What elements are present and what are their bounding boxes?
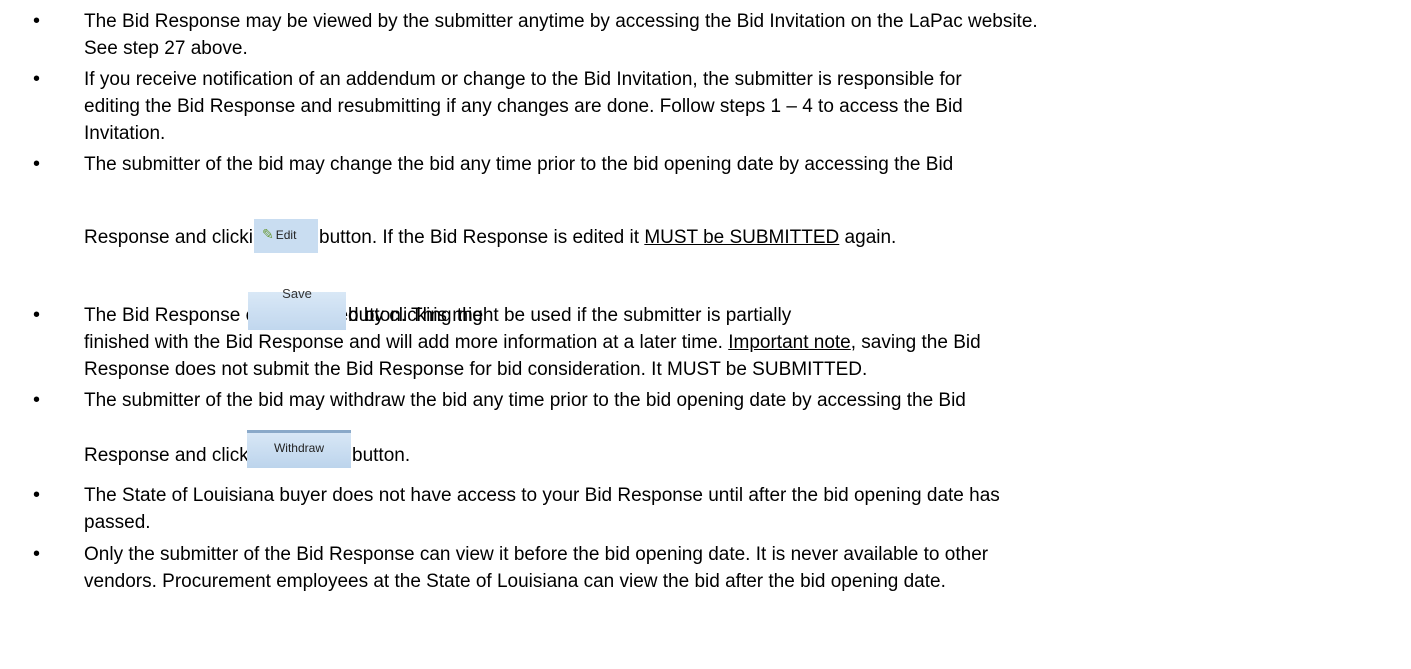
- bullet-marker: •: [33, 389, 41, 411]
- bullet-4-emphasis: Important note: [728, 332, 851, 353]
- withdraw-button-label: Withdraw: [273, 441, 324, 455]
- bullet-4-text: finished with the Bid Response and will …: [84, 332, 729, 353]
- bullet-5-line-1: The submitter of the bid may withdraw th…: [84, 390, 966, 411]
- bullet-4-text-end: , saving the Bid: [850, 332, 981, 353]
- bullet-2-line-1: If you receive notification of an addend…: [84, 69, 962, 90]
- bullet-4-line-3: Response does not submit the Bid Respons…: [84, 359, 868, 380]
- bullet-7-line-2: vendors. Procurement employees at the St…: [84, 571, 946, 592]
- bullet-3-line-2-end: button. If the Bid Response is edited it…: [319, 224, 896, 251]
- bullet-6-line-1: The State of Louisiana buyer does not ha…: [84, 485, 1000, 506]
- bullet-1-line-2: See step 27 above.: [84, 38, 248, 59]
- bullet-6-line-2: passed.: [84, 512, 151, 533]
- bullet-4-line-1-end: button. This might be used if the submit…: [348, 305, 792, 326]
- bullet-7-line-1: Only the submitter of the Bid Response c…: [84, 544, 989, 565]
- bullet-marker: •: [33, 484, 41, 506]
- edit-button-label: Edit: [275, 228, 297, 242]
- withdraw-button[interactable]: Withdraw: [247, 430, 351, 468]
- document-page: • The Bid Response may be viewed by the …: [0, 0, 1411, 669]
- edit-button[interactable]: ✎ Edit: [254, 219, 318, 253]
- save-button-label: Save: [282, 286, 312, 301]
- bullet-3-text-end: again.: [839, 227, 897, 248]
- save-button[interactable]: Save: [248, 286, 346, 330]
- bullet-marker: •: [33, 68, 41, 90]
- bullet-2-line-3: Invitation.: [84, 123, 166, 144]
- bullet-2-line-2: editing the Bid Response and resubmittin…: [84, 96, 963, 117]
- bullet-3-line-1: The submitter of the bid may change the …: [84, 154, 954, 175]
- bullet-marker: •: [33, 153, 41, 175]
- bullet-1-line-1: The Bid Response may be viewed by the su…: [84, 11, 1038, 32]
- pencil-icon: ✎: [262, 226, 274, 242]
- bullet-3-text: button. If the Bid Response is edited it: [319, 227, 645, 248]
- bullet-marker: •: [33, 543, 41, 565]
- bullet-4-line-2: finished with the Bid Response and will …: [84, 329, 981, 356]
- bullet-marker: •: [33, 10, 41, 32]
- bullet-3-emphasis: MUST be SUBMITTED: [644, 227, 840, 248]
- bullet-marker: •: [33, 304, 41, 326]
- bullet-5-line-2-end: button.: [352, 445, 411, 466]
